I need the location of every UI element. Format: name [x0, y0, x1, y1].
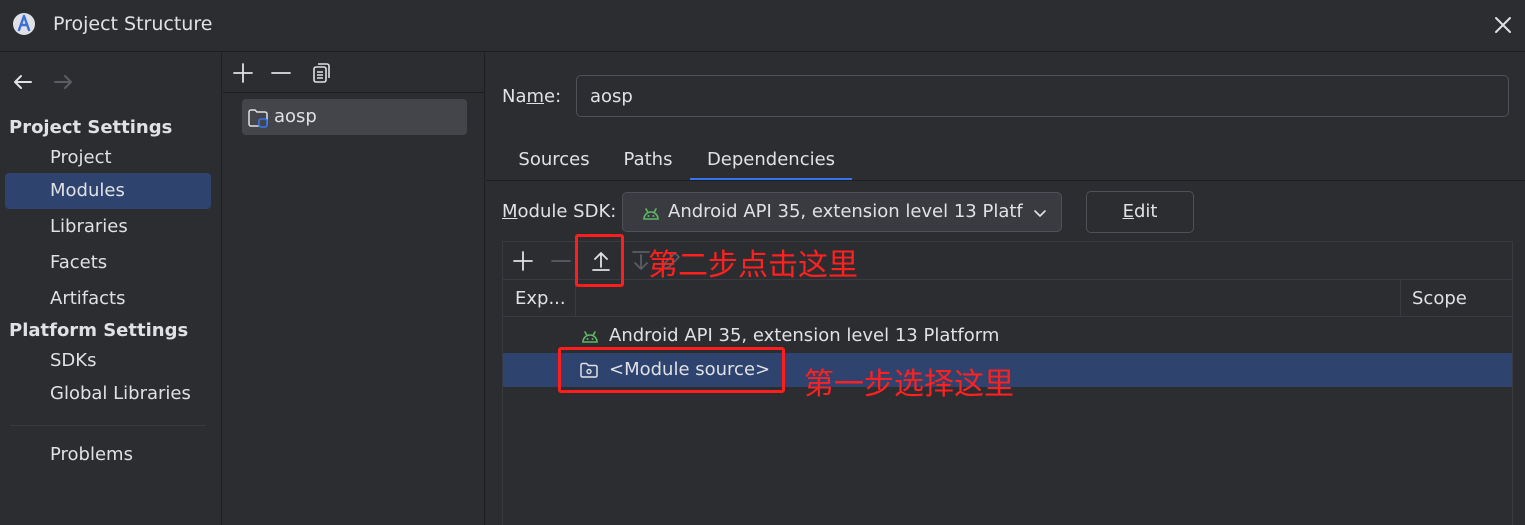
add-dependency-button[interactable]	[511, 249, 535, 273]
step2-annotation: 第二步点击这里	[648, 248, 858, 283]
minus-icon	[271, 72, 291, 74]
module-item-aosp[interactable]: aosp	[242, 99, 467, 135]
name-label: Name:	[502, 86, 562, 107]
tab-sources[interactable]: Sources	[506, 145, 602, 181]
nav-item-project[interactable]: Project	[5, 140, 211, 176]
chevron-down-icon	[1031, 204, 1049, 222]
tabs-divider	[486, 180, 1525, 181]
modules-list-pane: aosp	[223, 53, 485, 525]
add-module-button[interactable]	[231, 61, 255, 85]
module-folder-icon	[247, 107, 269, 129]
close-window-button[interactable]	[1490, 12, 1516, 38]
back-button[interactable]	[10, 69, 36, 95]
tab-paths[interactable]: Paths	[612, 145, 684, 181]
android-studio-logo-icon	[12, 12, 36, 36]
remove-module-button[interactable]	[269, 61, 293, 85]
plus-icon	[513, 251, 533, 271]
module-item-label: aosp	[274, 106, 317, 127]
nav-item-facets[interactable]: Facets	[5, 245, 211, 281]
minus-icon	[551, 260, 571, 262]
remove-dependency-button[interactable]	[549, 249, 573, 273]
tab-dependencies[interactable]: Dependencies	[690, 145, 852, 181]
title-bar: Project Structure	[0, 0, 1525, 52]
step1-annotation: 第一步选择这里	[804, 367, 1014, 402]
window-title: Project Structure	[53, 13, 213, 35]
module-detail-pane: Name: Sources Paths Dependencies Module …	[486, 53, 1525, 525]
modules-toolbar	[223, 53, 485, 93]
nav-item-problems[interactable]: Problems	[5, 437, 211, 473]
nav-divider	[10, 425, 206, 426]
module-name-input[interactable]	[576, 75, 1509, 117]
arrow-left-icon	[14, 75, 32, 89]
scope-column-header[interactable]: Scope	[1412, 280, 1467, 317]
arrow-right-icon	[54, 75, 72, 89]
module-sdk-label: Module SDK:	[502, 201, 617, 222]
export-column-header[interactable]: Exp...	[515, 280, 566, 317]
nav-item-sdks[interactable]: SDKs	[5, 343, 211, 379]
step1-highlight-box	[558, 347, 785, 393]
project-settings-heading: Project Settings	[9, 117, 173, 138]
copy-module-button[interactable]	[309, 61, 333, 85]
nav-item-global-libraries[interactable]: Global Libraries	[5, 376, 211, 412]
platform-settings-heading: Platform Settings	[9, 320, 189, 341]
module-sdk-value: Android API 35, extension level 13 Platf…	[668, 201, 1023, 222]
dependencies-table-header: Exp... Scope	[503, 280, 1512, 317]
close-icon	[1495, 17, 1511, 33]
android-icon	[580, 327, 600, 347]
settings-navigation: Project Settings Project Modules Librari…	[0, 53, 222, 525]
android-icon	[641, 204, 661, 222]
nav-item-artifacts[interactable]: Artifacts	[5, 281, 211, 317]
nav-item-modules[interactable]: Modules	[5, 173, 211, 209]
forward-button[interactable]	[50, 69, 76, 95]
step2-highlight-box	[575, 234, 624, 287]
plus-icon	[233, 63, 253, 83]
column-separator[interactable]	[1400, 280, 1401, 317]
nav-item-libraries[interactable]: Libraries	[5, 209, 211, 245]
edit-sdk-button[interactable]: Edit	[1086, 191, 1194, 233]
copy-icon	[313, 63, 330, 83]
module-sdk-dropdown[interactable]: Android API 35, extension level 13 Platf…	[622, 192, 1062, 232]
